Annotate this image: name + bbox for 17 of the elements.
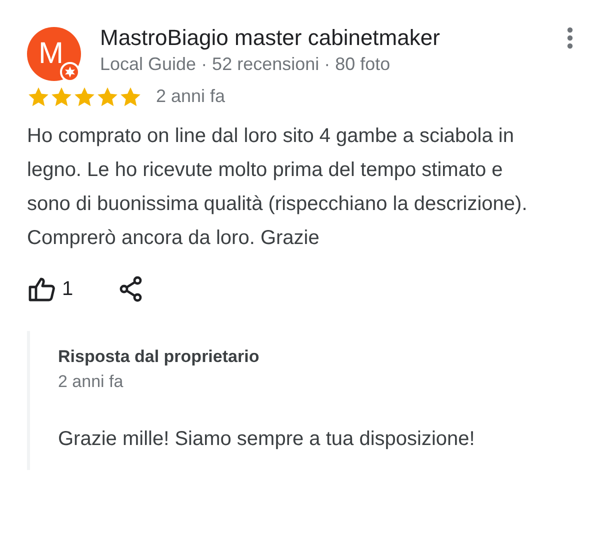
local-guide-badge-icon [60, 62, 80, 82]
more-options-icon[interactable] [566, 27, 574, 49]
star-icon [50, 86, 73, 108]
share-icon[interactable] [119, 276, 144, 302]
thumbs-up-icon[interactable] [28, 276, 56, 302]
reply-text: Grazie mille! Siamo sempre a tua disposizione! [58, 427, 476, 452]
star-icon [27, 86, 50, 108]
review-time: 2 anni fa [156, 85, 226, 108]
author-meta: Local Guide · 52 recensioni · 80 foto [100, 53, 392, 76]
star-icon [96, 86, 119, 108]
author-name[interactable]: MastroBiagio master cabinetmaker [100, 24, 566, 52]
star-icon [73, 86, 96, 108]
reply-title: Risposta dal proprietario [58, 346, 260, 368]
reply-time: 2 anni fa [58, 371, 124, 393]
review-text: Ho comprato on line dal loro sito 4 gambe a sciabola in legno. Le ho ricevute molto prima del tempo stimato e sono di buonissima qualità (rispecchiano la descrizione). Comprerò ancora da loro. Grazie [26, 124, 528, 251]
like-count: 1 [62, 277, 74, 302]
star-icon [119, 86, 142, 108]
